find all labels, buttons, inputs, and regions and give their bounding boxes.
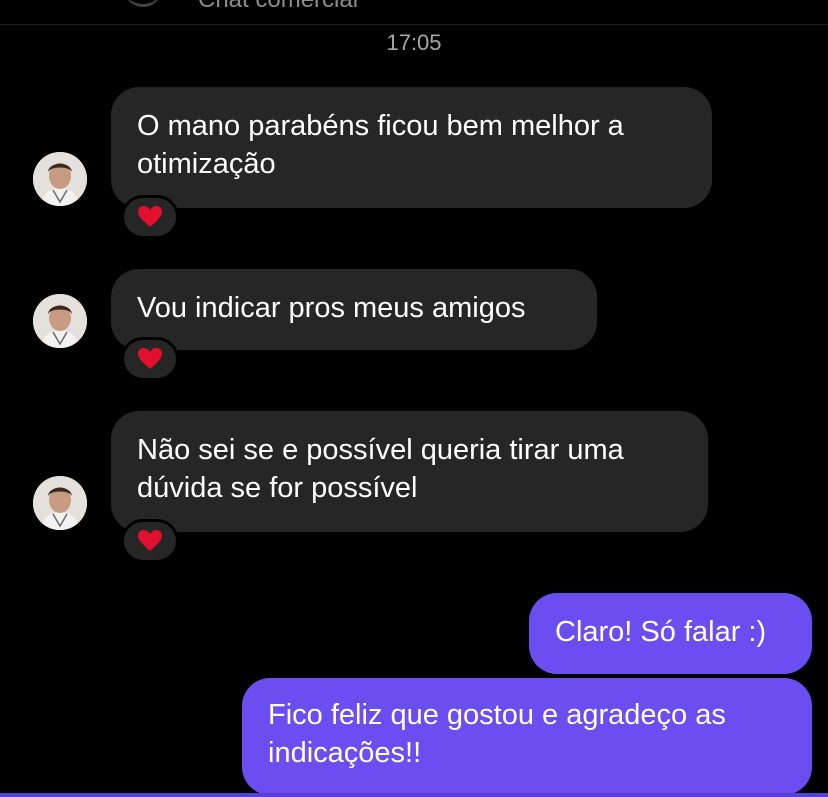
message-text: Vou indicar pros meus amigos (137, 292, 526, 324)
incoming-message[interactable]: Vou indicar pros meus amigos (111, 269, 597, 350)
outgoing-message[interactable]: Claro! Só falar :) (529, 593, 812, 674)
reaction-badge[interactable] (121, 337, 179, 381)
outgoing-message[interactable]: Fico feliz que gostou e agradeço as indi… (242, 678, 812, 795)
message-text: Fico feliz que gostou e agradeço as indi… (268, 699, 726, 769)
sender-avatar[interactable] (33, 294, 87, 348)
sender-avatar[interactable] (33, 476, 87, 530)
heart-icon (138, 206, 162, 227)
chat-header: Chat comercial (0, 0, 828, 25)
header-avatar[interactable] (126, 0, 160, 7)
avatar-photo (33, 152, 87, 206)
heart-icon (138, 348, 162, 369)
message-text: Claro! Só falar :) (555, 616, 767, 648)
incoming-message[interactable]: Não sei se e possível queria tirar uma d… (111, 411, 708, 532)
incoming-message[interactable]: O mano parabéns ficou bem melhor a otimi… (111, 87, 712, 208)
message-text: O mano parabéns ficou bem melhor a otimi… (137, 110, 624, 180)
message-text: Não sei se e possível queria tirar uma d… (137, 434, 624, 504)
avatar-photo (33, 476, 87, 530)
reaction-badge[interactable] (121, 195, 179, 239)
heart-icon (138, 530, 162, 551)
chat-title[interactable]: Chat comercial (198, 0, 358, 14)
reaction-badge[interactable] (121, 519, 179, 563)
chat-screen: Chat comercial 17:05 O mano parabéns fic… (0, 0, 828, 797)
sender-avatar[interactable] (33, 152, 87, 206)
composer-edge (0, 793, 828, 797)
avatar-photo (33, 294, 87, 348)
message-timestamp: 17:05 (386, 30, 442, 55)
